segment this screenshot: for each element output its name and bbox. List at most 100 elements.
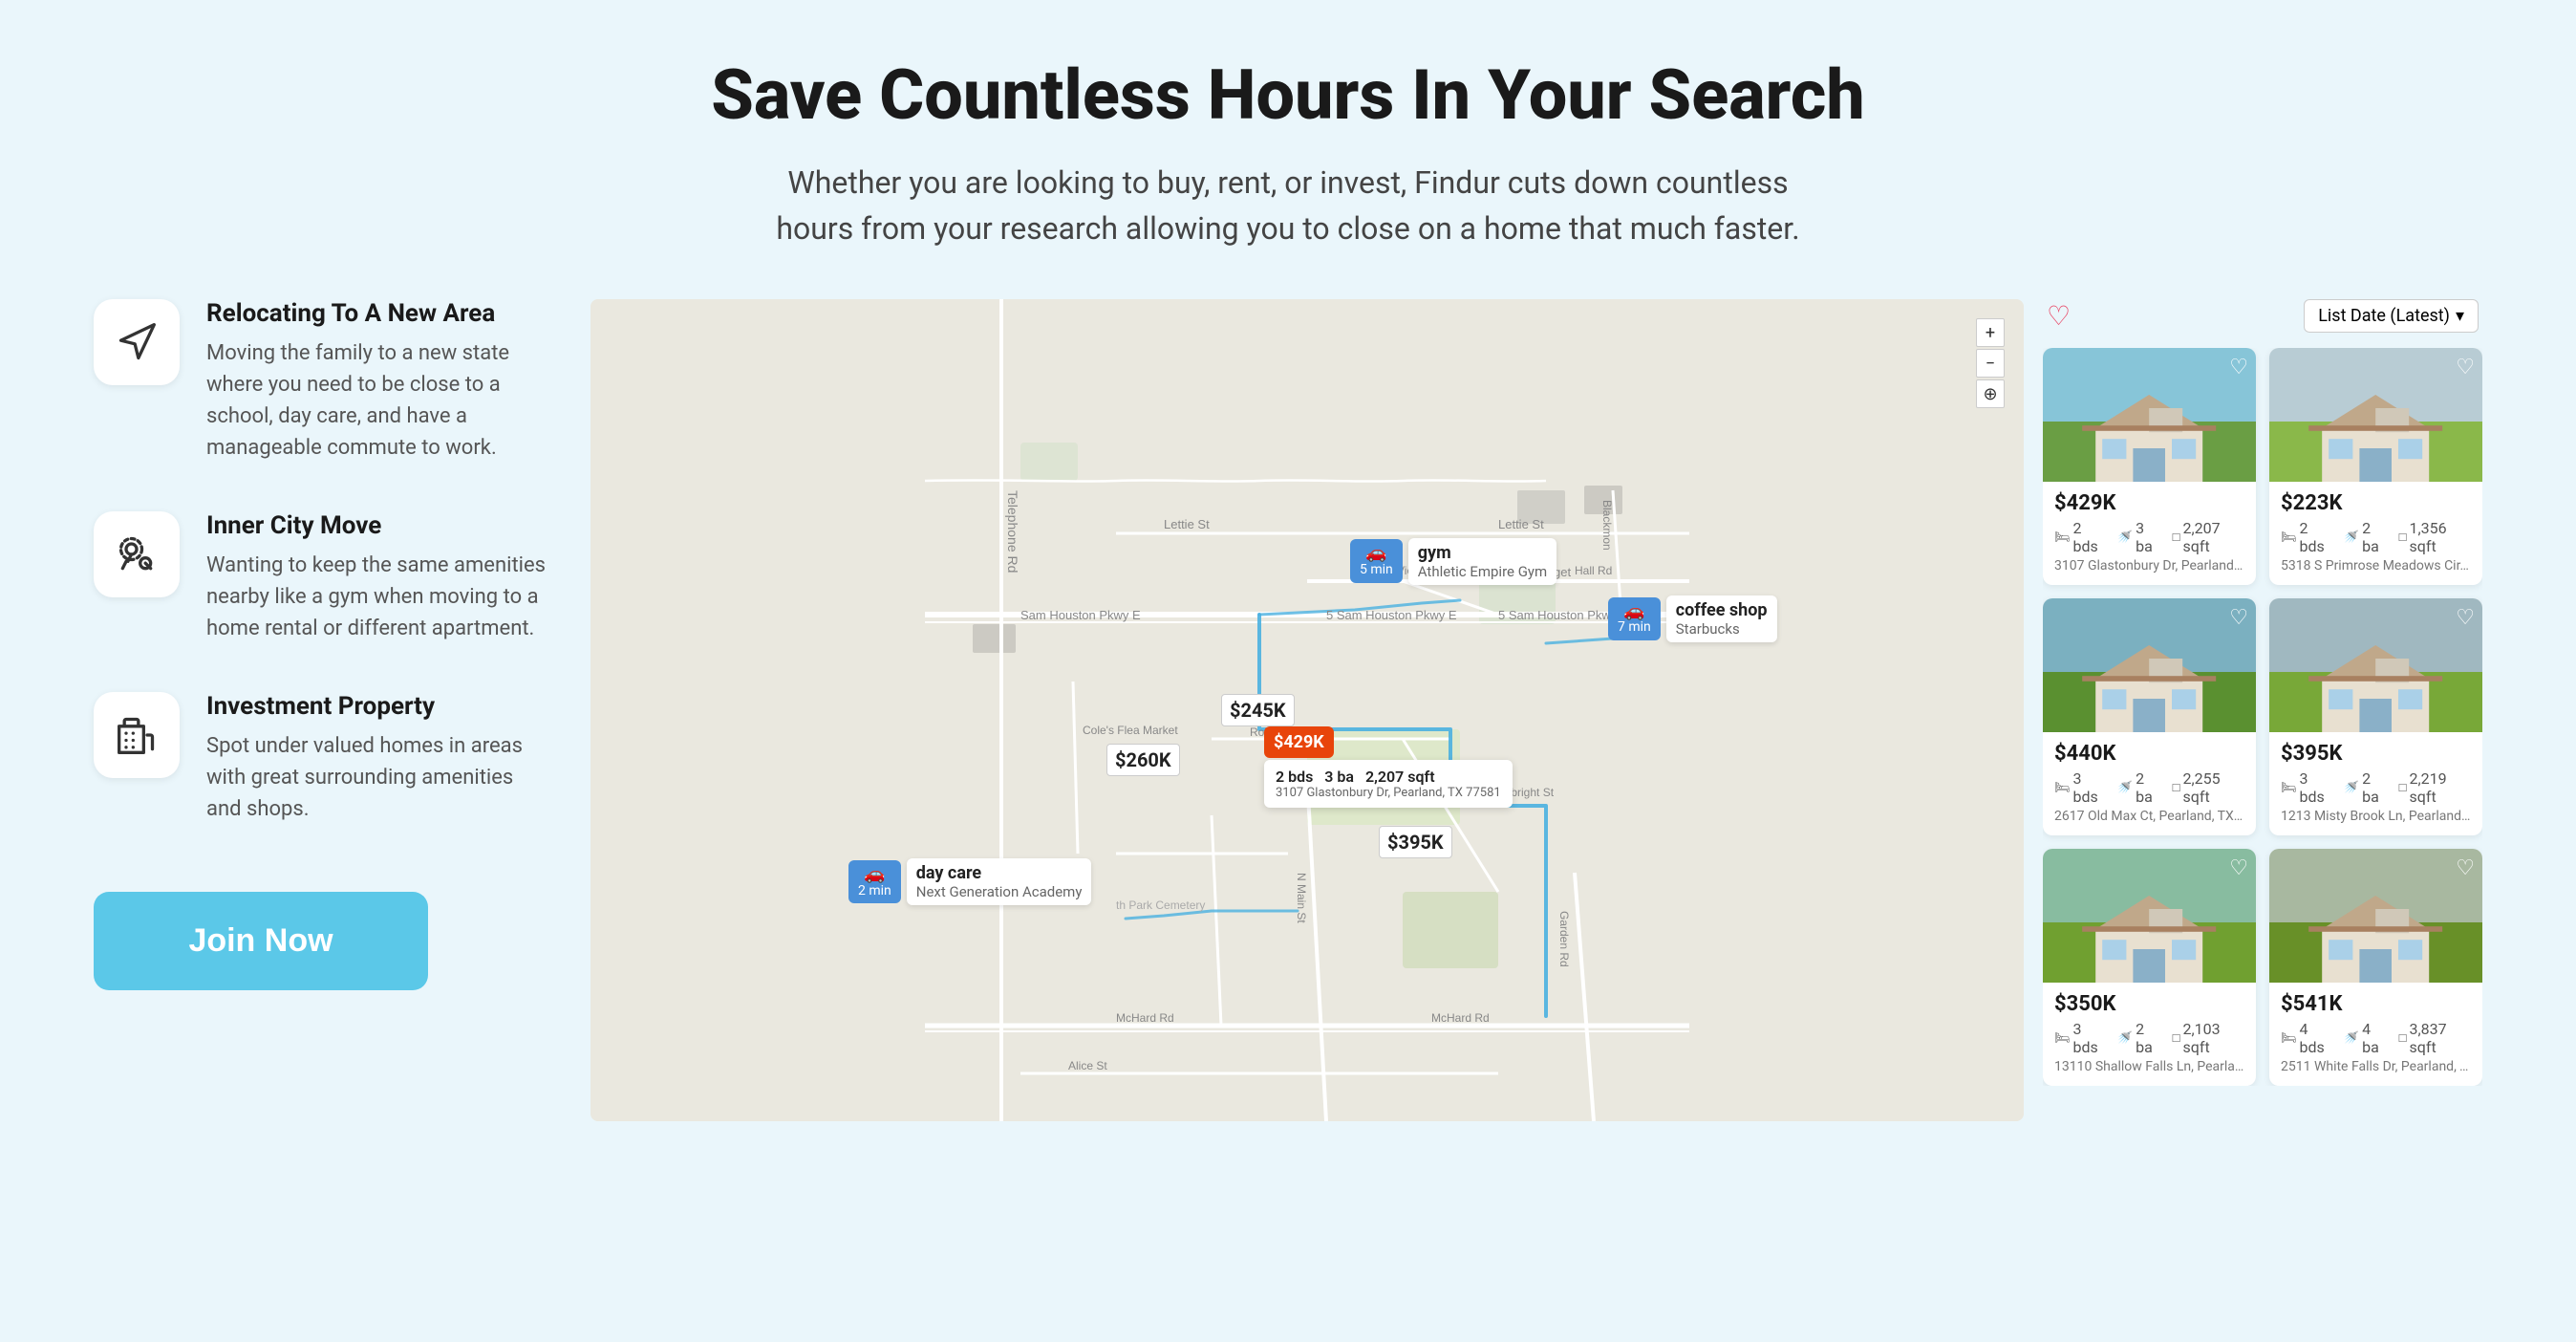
feature-relocating: Relocating To A New Area Moving the fami… [94, 299, 552, 464]
bath-count-3: 🚿2 ba [2344, 769, 2388, 806]
svg-text:McHard Rd: McHard Rd [1431, 1011, 1490, 1025]
header-section: Save Countless Hours In Your Search Whet… [711, 57, 1865, 251]
listings-header: ♡ List Date (Latest) ▾ [2043, 299, 2482, 333]
listing-info-1: $223K 🛏2 bds 🚿2 ba □1,356 sqft 5318 S Pr… [2269, 482, 2482, 585]
house-svg-1 [2290, 388, 2460, 482]
bath-count-4: 🚿2 ba [2117, 1020, 2161, 1056]
listing-card-2[interactable]: ♡ $440K 🛏3 bds 🚿2 ba □2,255 sqft 2617 Ol… [2043, 598, 2256, 835]
svg-text:N Main St: N Main St [1295, 873, 1308, 923]
relocating-icon-wrap [94, 299, 180, 385]
bed-count-0: 🛏2 bds [2054, 519, 2106, 555]
map-controls: + − ⊕ [1976, 318, 2005, 408]
svg-text:Sam Houston Pkwy E: Sam Houston Pkwy E [1020, 608, 1141, 622]
listing-info-3: $395K 🛏3 bds 🚿2 ba □2,219 sqft 1213 Mist… [2269, 732, 2482, 835]
listing-beds-5: 🛏4 bds 🚿4 ba □3,837 sqft [2281, 1020, 2471, 1056]
map-container[interactable]: Telephone Rd Sam Houston Pkwy E 5 Sam Ho… [590, 299, 2024, 1121]
join-now-button[interactable]: Join Now [94, 892, 428, 990]
listing-heart-4[interactable]: ♡ [2229, 856, 2248, 880]
house-svg-2 [2064, 639, 2234, 732]
listing-beds-3: 🛏3 bds 🚿2 ba □2,219 sqft [2281, 769, 2471, 806]
house-svg-5 [2290, 889, 2460, 983]
feature-inner-city-desc: Wanting to keep the same amenities nearb… [206, 550, 552, 644]
zoom-out-button[interactable]: − [1976, 349, 2005, 378]
svg-text:Cole's Flea Market: Cole's Flea Market [1083, 724, 1178, 737]
feature-relocating-desc: Moving the family to a new state where y… [206, 337, 552, 464]
svg-text:Garden Rd: Garden Rd [1557, 911, 1571, 967]
listings-panel: ♡ List Date (Latest) ▾ ♡ $4 [2024, 299, 2482, 1121]
house-svg-4 [2064, 889, 2234, 983]
sqft-5: □3,837 sqft [2399, 1020, 2471, 1056]
svg-text:Lettie St: Lettie St [1498, 517, 1544, 531]
sort-dropdown[interactable]: List Date (Latest) ▾ [2304, 299, 2479, 333]
map-svg: Telephone Rd Sam Houston Pkwy E 5 Sam Ho… [590, 299, 2024, 1121]
listing-image-1: ♡ [2269, 348, 2482, 482]
page-title: Save Countless Hours In Your Search [711, 57, 1865, 133]
feature-investment-title: Investment Property [206, 692, 552, 721]
sqft-0: □2,207 sqft [2173, 519, 2244, 555]
listing-card-4[interactable]: ♡ $350K 🛏3 bds 🚿2 ba □2,103 sqft 13110 S… [2043, 849, 2256, 1086]
feature-investment-desc: Spot under valued homes in areas with gr… [206, 730, 552, 825]
chevron-down-icon: ▾ [2456, 306, 2464, 326]
price-label-245k[interactable]: $245K [1221, 694, 1295, 726]
gym-amenity-marker: 🚗 5 min gym Athletic Empire Gym [1350, 538, 1556, 585]
svg-text:5 Sam Houston Pkwy E: 5 Sam Houston Pkwy E [1326, 608, 1457, 622]
svg-text:th Park Cemetery: th Park Cemetery [1116, 898, 1205, 912]
zoom-in-button[interactable]: + [1976, 318, 2005, 347]
listing-info-0: $429K 🛏2 bds 🚿3 ba □2,207 sqft 3107 Glas… [2043, 482, 2256, 585]
listing-address-3: 1213 Misty Brook Ln, Pearland, TX 77581 [2281, 809, 2471, 824]
listing-heart-3[interactable]: ♡ [2456, 606, 2475, 630]
bed-count-1: 🛏2 bds [2281, 519, 2332, 555]
listing-card-5[interactable]: ♡ $541K 🛏4 bds 🚿4 ba □3,837 sqft 2511 Wh… [2269, 849, 2482, 1086]
svg-text:Hall Rd: Hall Rd [1575, 564, 1612, 577]
house-svg-0 [2064, 388, 2234, 482]
sqft-3: □2,219 sqft [2399, 769, 2471, 806]
listing-beds-0: 🛏2 bds 🚿3 ba □2,207 sqft [2054, 519, 2244, 555]
bed-count-4: 🛏3 bds [2054, 1020, 2106, 1056]
listing-price-3: $395K [2281, 742, 2471, 766]
listing-card-1[interactable]: ♡ $223K 🛏2 bds 🚿2 ba □1,356 sqft 5318 S … [2269, 348, 2482, 585]
svg-text:Telephone Rd: Telephone Rd [1005, 490, 1020, 573]
bath-count-2: 🚿2 ba [2117, 769, 2161, 806]
left-panel: Relocating To A New Area Moving the fami… [94, 299, 590, 990]
listing-info-2: $440K 🛏3 bds 🚿2 ba □2,255 sqft 2617 Old … [2043, 732, 2256, 835]
bed-count-3: 🛏3 bds [2281, 769, 2332, 806]
listing-price-4: $350K [2054, 992, 2244, 1016]
listing-price-5: $541K [2281, 992, 2471, 1016]
listing-heart-5[interactable]: ♡ [2456, 856, 2475, 880]
listing-image-0: ♡ [2043, 348, 2256, 482]
listing-beds-4: 🛏3 bds 🚿2 ba □2,103 sqft [2054, 1020, 2244, 1056]
listing-heart-2[interactable]: ♡ [2229, 606, 2248, 630]
listing-card-0[interactable]: ♡ $429K 🛏2 bds 🚿3 ba □2,207 sqft 3107 Gl… [2043, 348, 2256, 585]
house-svg-3 [2290, 639, 2460, 732]
listing-image-5: ♡ [2269, 849, 2482, 983]
price-label-260k[interactable]: $260K [1106, 744, 1180, 776]
listing-info-5: $541K 🛏4 bds 🚿4 ba □3,837 sqft 2511 Whit… [2269, 983, 2482, 1086]
coffee-amenity-marker: 🚗 7 min coffee shop Starbucks [1608, 595, 1777, 642]
listing-card-3[interactable]: ♡ $395K 🛏3 bds 🚿2 ba □2,219 sqft 1213 Mi… [2269, 598, 2482, 835]
investment-icon-wrap [94, 692, 180, 778]
listing-price-1: $223K [2281, 491, 2471, 515]
active-listing-popup[interactable]: $429K 2 bds 3 ba 2,207 sqft 3107 Glaston… [1264, 726, 1513, 808]
feature-inner-city-text: Inner City Move Wanting to keep the same… [206, 511, 552, 644]
listing-address-2: 2617 Old Max Ct, Pearland, TX 77581 [2054, 809, 2244, 824]
page-wrapper: Save Countless Hours In Your Search Whet… [0, 0, 2576, 1342]
feature-investment-text: Investment Property Spot under valued ho… [206, 692, 552, 825]
listing-heart-0[interactable]: ♡ [2229, 356, 2248, 379]
bed-count-2: 🛏3 bds [2054, 769, 2106, 806]
listing-image-4: ♡ [2043, 849, 2256, 983]
sqft-1: □1,356 sqft [2399, 519, 2471, 555]
listing-image-2: ♡ [2043, 598, 2256, 732]
favorites-heart-icon[interactable]: ♡ [2047, 300, 2071, 332]
listing-address-4: 13110 Shallow Falls Ln, Pearland, TX 775… [2054, 1059, 2244, 1074]
svg-text:McHard Rd: McHard Rd [1116, 1011, 1174, 1025]
map-background: Telephone Rd Sam Houston Pkwy E 5 Sam Ho… [590, 299, 2024, 1121]
reset-bearing-button[interactable]: ⊕ [1976, 379, 2005, 408]
listing-heart-1[interactable]: ♡ [2456, 356, 2475, 379]
svg-text:Lettie St: Lettie St [1164, 517, 1210, 531]
page-subtitle: Whether you are looking to buy, rent, or… [762, 160, 1814, 251]
price-label-395k[interactable]: $395K [1379, 826, 1452, 858]
listing-address-0: 3107 Glastonbury Dr, Pearland, TX 77581 [2054, 558, 2244, 574]
bath-count-1: 🚿2 ba [2344, 519, 2388, 555]
listing-beds-2: 🛏3 bds 🚿2 ba □2,255 sqft [2054, 769, 2244, 806]
listing-address-1: 5318 S Primrose Meadows Cir, Pearland, T… [2281, 558, 2471, 574]
